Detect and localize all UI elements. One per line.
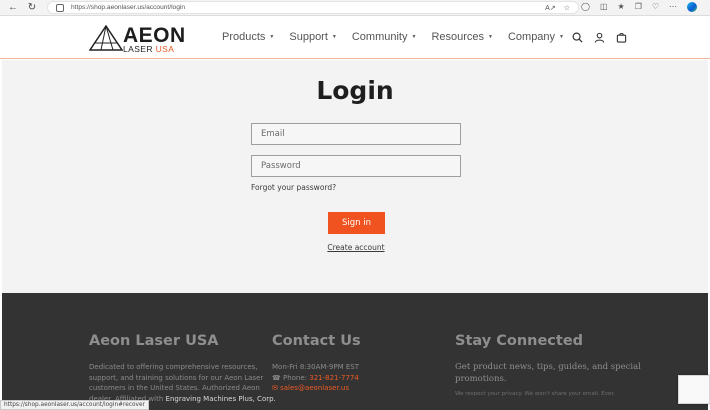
extensions-icon[interactable]: ◯ (581, 2, 590, 12)
account-icon[interactable] (593, 31, 605, 43)
footer-contact-title: Contact Us (272, 333, 361, 349)
site-footer: Aeon Laser USA Dedicated to offering com… (2, 293, 708, 410)
aeon-logo[interactable]: AEON LASER USA (88, 23, 185, 54)
copilot-icon[interactable] (687, 2, 698, 12)
search-icon[interactable] (571, 31, 583, 43)
nav-resources[interactable]: Resources ▼ (431, 31, 493, 43)
main-nav: Products ▼ Support ▼ Community ▼ Resources ▼… (222, 31, 579, 43)
phone-icon: ☎ (272, 373, 281, 382)
site-header: AEON LASER USA Products ▼ Support ▼ Commun… (0, 17, 710, 59)
phone-link[interactable]: 321-821-7774 (309, 374, 359, 382)
back-icon[interactable]: ← (7, 2, 19, 14)
newsletter-text: Get product news, tips, guides, and spec… (455, 362, 641, 384)
chevron-down-icon: ▼ (488, 34, 493, 40)
email-link[interactable]: sales@aeonlaser.us (280, 384, 349, 392)
footer-stay-title: Stay Connected (455, 333, 584, 349)
chevron-down-icon: ▼ (559, 34, 564, 40)
password-field[interactable]: Password (251, 155, 461, 177)
favorite-star-icon[interactable]: ☆ (564, 4, 570, 12)
nav-support[interactable]: Support ▼ (289, 31, 336, 43)
footer-about-text: Dedicated to offering comprehensive reso… (89, 363, 276, 403)
nav-products[interactable]: Products ▼ (222, 31, 274, 43)
more-menu-icon[interactable]: ⋯ (669, 2, 677, 12)
sign-in-button[interactable]: Sign in (328, 212, 385, 234)
refresh-icon[interactable]: ↻ (26, 2, 38, 14)
footer-stay-connected: Stay Connected Get product news, tips, g… (455, 333, 641, 397)
affiliate-link[interactable]: Engraving Machines Plus, Corp. (166, 395, 276, 403)
contact-hours: Mon-Fri 8:30AM-9PM EST (272, 363, 360, 371)
logo-subtitle: LASER USA (123, 44, 175, 54)
page-title: Login (316, 76, 394, 105)
browser-toolbar: ← ↻ https://shop.aeonlaser.us/account/lo… (0, 0, 710, 16)
create-account-link[interactable]: Create account (0, 243, 710, 252)
nav-community[interactable]: Community ▼ (352, 31, 417, 43)
read-aloud-icon[interactable]: A↗ (545, 4, 556, 12)
footer-contact: Contact Us Mon-Fri 8:30AM-9PM EST ☎ Phon… (272, 333, 361, 392)
nav-company[interactable]: Company ▼ (508, 31, 564, 43)
lock-icon (56, 3, 64, 12)
chevron-down-icon: ▼ (331, 34, 337, 40)
email-field[interactable]: Email (251, 123, 461, 145)
footer-about-title: Aeon Laser USA (89, 333, 219, 349)
status-bar-url: https://shop.aeonlaser.us/account/login#… (0, 400, 149, 410)
privacy-note: We respect your privacy. We won't share … (455, 391, 615, 397)
chevron-down-icon: ▼ (269, 34, 275, 40)
collections-icon[interactable]: ❐ (635, 2, 642, 12)
logo-triangle-icon (89, 25, 123, 51)
address-bar[interactable]: https://shop.aeonlaser.us/account/login … (47, 1, 579, 14)
url-text: https://shop.aeonlaser.us/account/login (71, 4, 186, 11)
split-screen-icon[interactable]: ◫ (600, 2, 608, 12)
cart-icon[interactable] (615, 31, 627, 43)
footer-about: Aeon Laser USA Dedicated to offering com… (89, 333, 276, 404)
mail-icon: ✉ (272, 384, 278, 392)
favorites-icon[interactable]: ★ (618, 2, 625, 12)
recaptcha-badge[interactable] (678, 375, 710, 404)
forgot-password-link[interactable]: Forgot your password? (251, 183, 336, 192)
chevron-down-icon: ▼ (411, 34, 417, 40)
browser-essentials-icon[interactable]: ♡ (652, 2, 659, 12)
